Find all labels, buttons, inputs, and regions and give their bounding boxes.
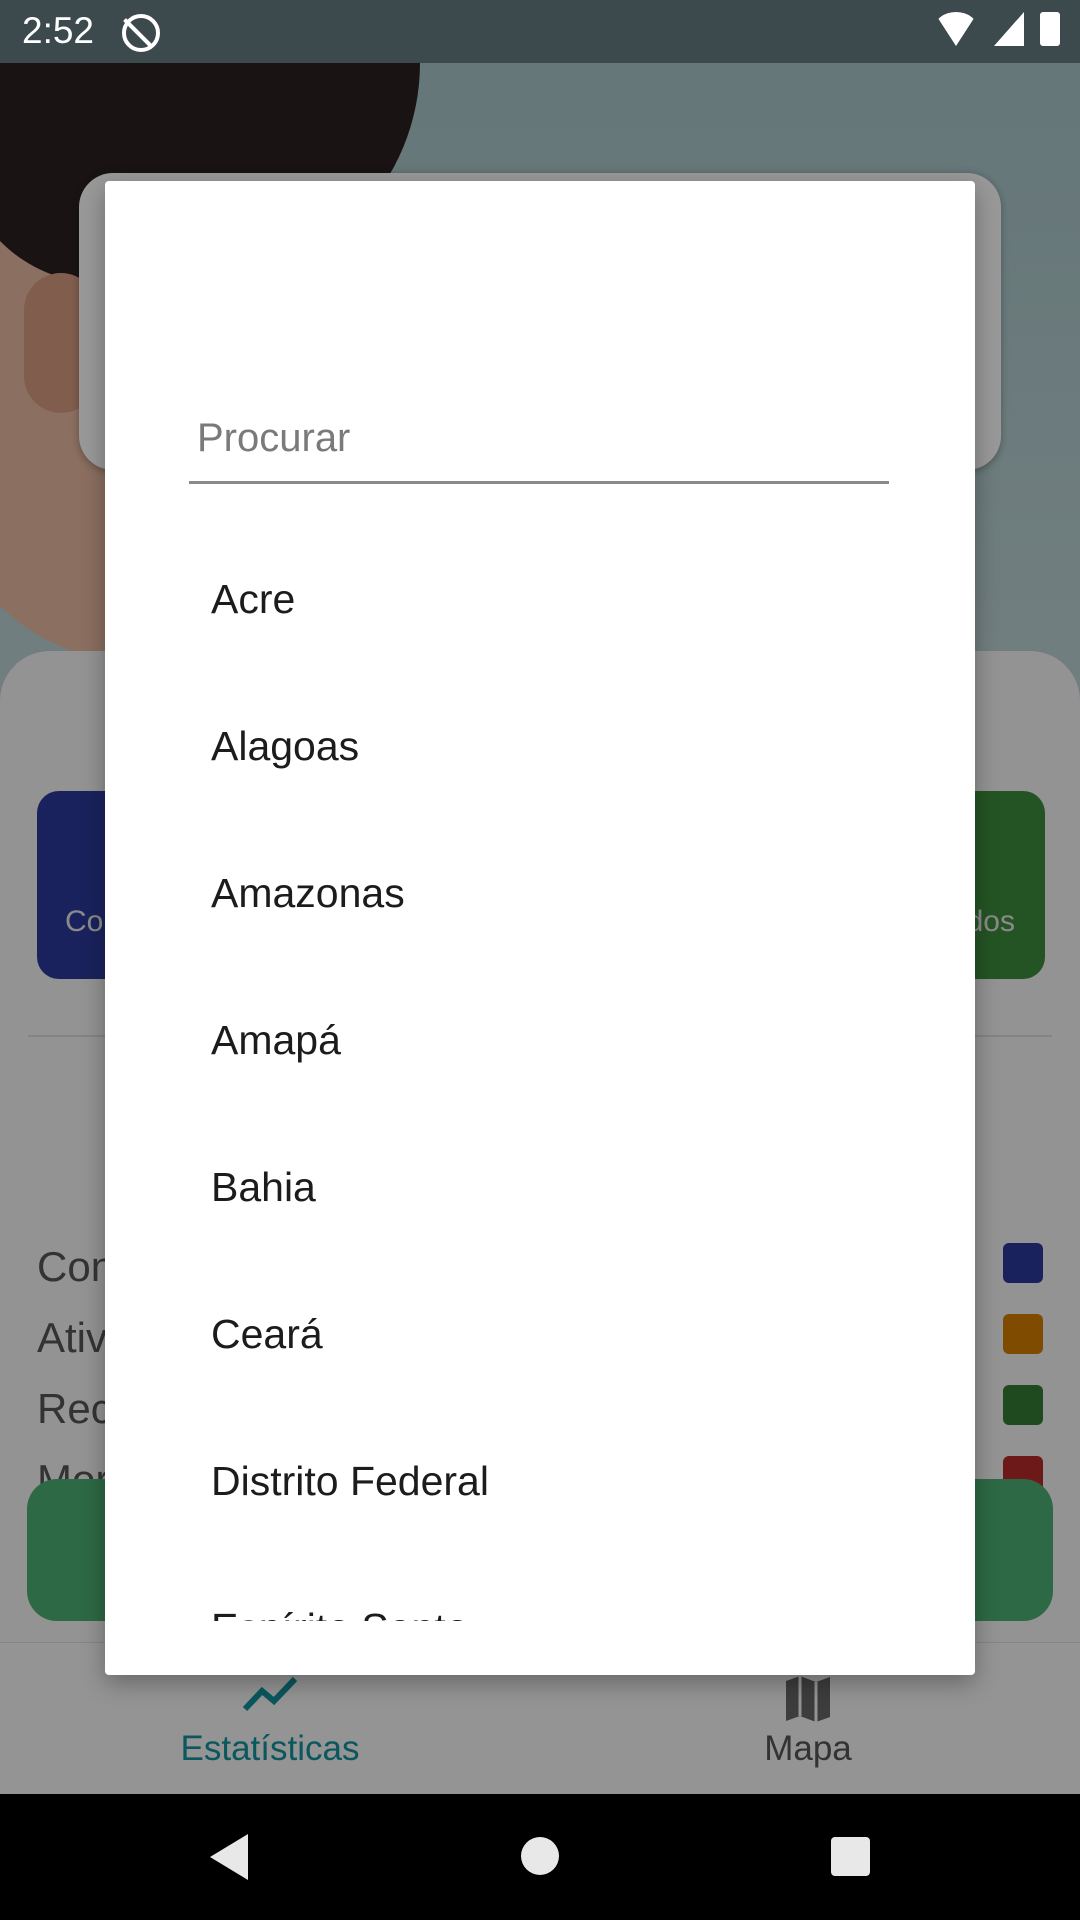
status-bar: 2:52 [0,0,1080,63]
list-item[interactable]: Acre [105,526,975,673]
status-icons [934,12,1060,46]
list-item[interactable]: Amazonas [105,820,975,967]
battery-icon [1040,12,1060,46]
list-item[interactable]: Alagoas [105,673,975,820]
state-list: Acre Alagoas Amazonas Amapá Bahia Ceará … [105,526,975,1621]
recent-apps-icon[interactable] [831,1837,870,1876]
wifi-icon [934,12,978,46]
list-item[interactable]: Bahia [105,1114,975,1261]
back-icon[interactable] [210,1834,248,1880]
status-time: 2:52 [22,10,95,51]
list-item[interactable]: Distrito Federal [105,1408,975,1555]
signal-icon [994,12,1024,46]
list-item[interactable]: Amapá [105,967,975,1114]
search-input[interactable] [195,401,879,475]
list-item[interactable]: Espírito Santo [105,1555,975,1621]
system-navigation-bar [0,1794,1080,1920]
search-field [189,401,889,484]
home-icon[interactable] [521,1837,559,1875]
state-picker-dialog: Acre Alagoas Amazonas Amapá Bahia Ceará … [105,181,975,1675]
list-item[interactable]: Ceará [105,1261,975,1408]
do-not-disturb-icon [122,14,160,52]
